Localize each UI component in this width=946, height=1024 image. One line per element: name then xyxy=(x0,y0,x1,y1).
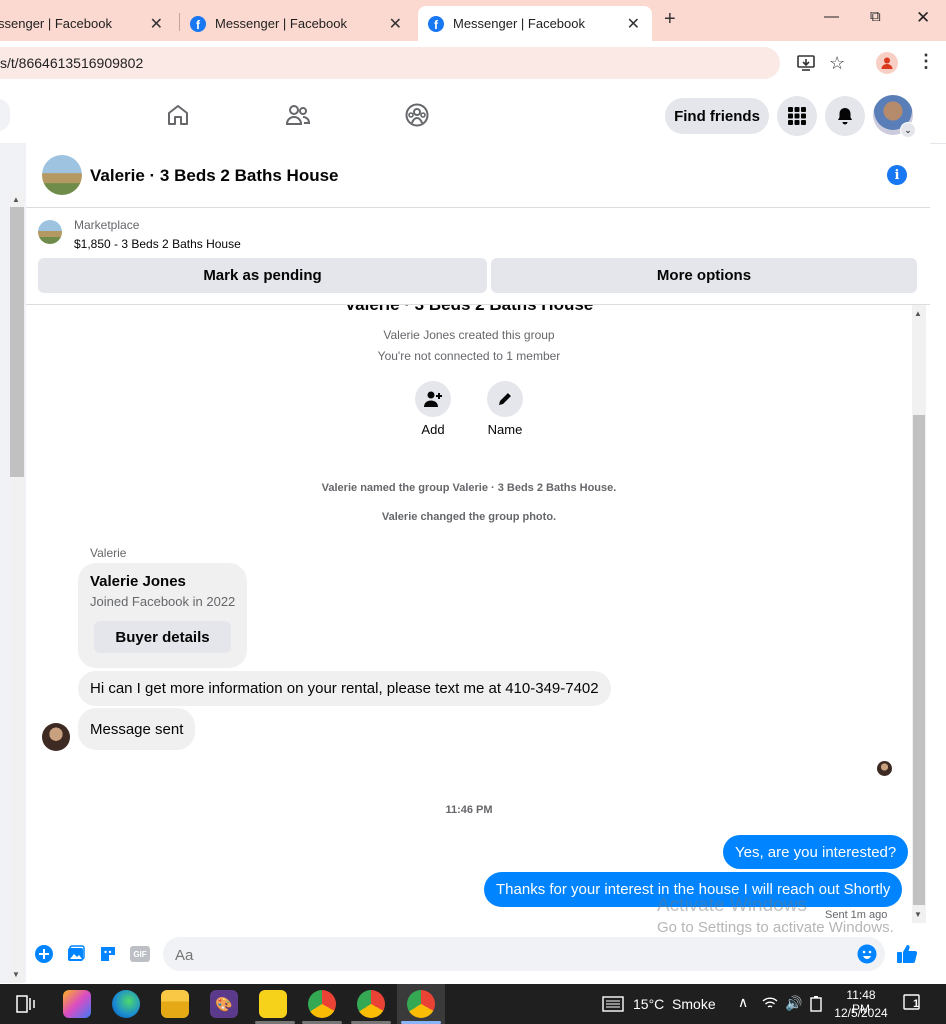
more-options-button[interactable]: More options xyxy=(491,258,917,293)
url-field[interactable]: s/t/8664613516909802 xyxy=(0,47,780,79)
browser-tab-3-active[interactable]: f Messenger | Facebook ✕ xyxy=(418,6,652,41)
connection-status-text: You're not connected to 1 member xyxy=(377,349,561,363)
incoming-message-bubble[interactable]: Message sent xyxy=(78,708,196,750)
tab-title: ssenger | Facebook xyxy=(0,16,112,31)
profile-icon[interactable] xyxy=(876,52,898,74)
browser-tab-1[interactable]: ssenger | Facebook ✕ xyxy=(0,6,175,41)
browser-menu-icon[interactable]: ⋮ xyxy=(917,51,935,72)
wifi-icon[interactable] xyxy=(762,996,778,1015)
name-label[interactable]: Name xyxy=(475,422,535,437)
notifications-center-icon[interactable]: 1 xyxy=(903,994,923,1012)
chevron-down-icon[interactable]: ⌄ xyxy=(900,122,916,138)
chat-title[interactable]: Valerie · 3 Beds 2 Baths House xyxy=(90,166,339,186)
sender-avatar[interactable] xyxy=(42,723,70,751)
chrome-profile-b-icon[interactable] xyxy=(357,990,385,1018)
close-window-icon[interactable]: ✕ xyxy=(916,8,930,28)
home-icon[interactable] xyxy=(162,99,194,131)
sticker-icon[interactable] xyxy=(98,944,118,964)
chrome-profile-a-icon[interactable] xyxy=(308,990,336,1018)
scroll-up-arrow-icon[interactable]: ▲ xyxy=(914,309,922,318)
listing-thumbnail[interactable] xyxy=(38,220,62,244)
battery-icon[interactable] xyxy=(809,996,823,1017)
outgoing-message-bubble[interactable]: Yes, are you interested? xyxy=(723,835,909,869)
search-field-edge[interactable] xyxy=(0,99,10,131)
mark-as-pending-button[interactable]: Mark as pending xyxy=(38,258,487,293)
browser-tab-2[interactable]: f Messenger | Facebook ✕ xyxy=(180,6,414,41)
photo-icon[interactable] xyxy=(66,944,86,964)
sender-name: Valerie xyxy=(90,546,127,560)
group-avatar[interactable] xyxy=(42,155,82,195)
chat-scrollbar-thumb[interactable] xyxy=(913,415,925,905)
gif-icon[interactable]: GIF xyxy=(130,944,150,964)
message-input[interactable] xyxy=(173,943,837,967)
notifications-bell-icon[interactable] xyxy=(825,96,865,136)
listing-price-title[interactable]: $1,850 - 3 Beds 2 Baths House xyxy=(74,237,241,251)
copilot-icon[interactable] xyxy=(63,990,91,1018)
message-text: Yes, are you interested? xyxy=(735,843,897,861)
paint-icon[interactable]: 🎨 xyxy=(210,990,238,1018)
activate-windows-subtext: Go to Settings to activate Windows. xyxy=(657,919,894,936)
buyer-details-button[interactable]: Buyer details xyxy=(94,621,231,653)
left-scrollbar-thumb[interactable] xyxy=(10,207,24,477)
tab-title: Messenger | Facebook xyxy=(215,16,347,31)
message-text: Message sent xyxy=(90,720,184,738)
menu-grid-icon[interactable] xyxy=(777,96,817,136)
close-tab-icon[interactable]: ✕ xyxy=(389,14,402,34)
info-icon[interactable]: i xyxy=(887,165,907,185)
facebook-favicon-icon: f xyxy=(428,15,444,32)
weather-icon[interactable] xyxy=(602,995,624,1018)
card-joined-text: Joined Facebook in 2022 xyxy=(90,594,236,609)
tab-title: Messenger | Facebook xyxy=(453,16,585,31)
groups-icon[interactable] xyxy=(401,99,433,131)
edge-browser-icon[interactable] xyxy=(112,990,140,1018)
scroll-down-arrow-icon[interactable]: ▼ xyxy=(12,970,20,979)
close-tab-icon[interactable]: ✕ xyxy=(150,14,163,34)
show-hidden-icons-chevron-icon[interactable]: ∧ xyxy=(738,994,748,1011)
thumbs-up-icon[interactable] xyxy=(896,943,918,970)
install-app-icon[interactable] xyxy=(796,53,816,78)
clock-date[interactable]: 12/5/2024 xyxy=(833,1006,889,1020)
notification-count: 1 xyxy=(913,998,920,1010)
message-text: Hi can I get more information on your re… xyxy=(90,680,599,697)
sticky-notes-icon[interactable] xyxy=(259,990,287,1018)
add-label[interactable]: Add xyxy=(403,422,463,437)
close-tab-icon[interactable]: ✕ xyxy=(627,14,640,34)
restore-window-icon[interactable]: ⧉ xyxy=(870,8,881,25)
volume-icon[interactable]: 🔊 xyxy=(785,995,802,1012)
activate-windows-watermark: Activate Windows xyxy=(657,895,807,916)
add-person-icon[interactable] xyxy=(415,381,451,417)
weather-text[interactable]: 15°C Smoke xyxy=(633,996,716,1012)
url-text: s/t/8664613516909802 xyxy=(0,55,144,71)
address-bar-row: s/t/8664613516909802 ☆ ⋮ xyxy=(0,41,946,88)
group-named-event: Valerie named the group Valerie · 3 Beds… xyxy=(321,482,617,494)
windows-taskbar xyxy=(0,984,946,1024)
gif-label: GIF xyxy=(130,946,150,962)
message-input-box[interactable] xyxy=(163,937,885,971)
file-explorer-icon[interactable] xyxy=(161,990,189,1018)
plus-circle-icon[interactable] xyxy=(34,944,54,964)
new-tab-button[interactable]: + xyxy=(664,8,676,31)
minimize-window-icon[interactable]: — xyxy=(824,8,839,25)
marketplace-label: Marketplace xyxy=(74,218,140,232)
friends-icon[interactable] xyxy=(282,99,314,131)
incoming-message-bubble[interactable]: Hi can I get more information on your re… xyxy=(78,671,611,706)
facebook-favicon-icon: f xyxy=(190,15,206,32)
chrome-profile-c-icon[interactable] xyxy=(407,990,435,1018)
bookmark-star-icon[interactable]: ☆ xyxy=(829,53,845,74)
emoji-icon[interactable] xyxy=(857,944,877,969)
message-timestamp: 11:46 PM xyxy=(445,804,493,816)
card-name: Valerie Jones xyxy=(90,573,186,590)
seen-by-avatar xyxy=(877,761,892,776)
group-photo-event: Valerie changed the group photo. xyxy=(381,511,557,523)
group-title-heading: Valerie · 3 Beds 2 Baths House xyxy=(26,305,912,315)
find-friends-button[interactable]: Find friends xyxy=(665,98,769,134)
group-created-text: Valerie Jones created this group xyxy=(383,328,555,342)
scroll-up-arrow-icon[interactable]: ▲ xyxy=(12,195,20,204)
edit-pencil-icon[interactable] xyxy=(487,381,523,417)
scroll-down-arrow-icon[interactable]: ▼ xyxy=(914,910,922,919)
task-view-icon[interactable] xyxy=(16,995,36,1018)
